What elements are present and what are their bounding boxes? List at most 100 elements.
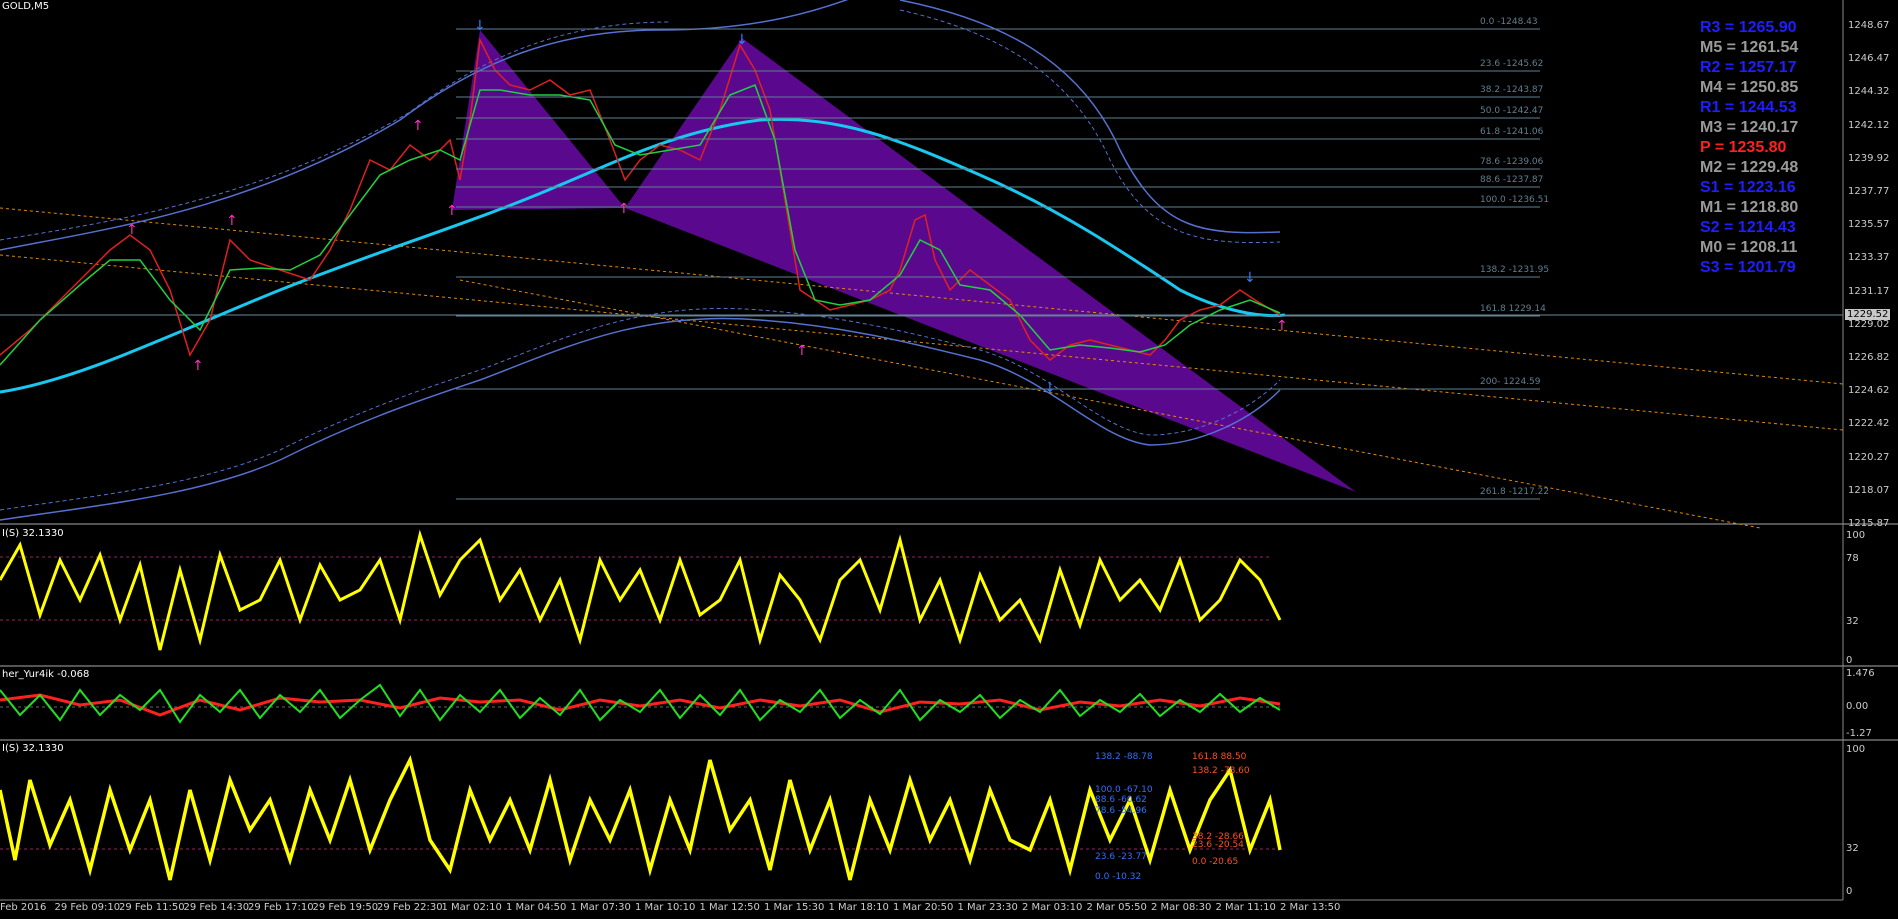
sell-arrow-icon: ↓ [736,32,748,48]
indicator2-title: her_Yur4ik -0.068 [2,669,90,680]
buy-arrow-icon: ↑ [412,118,424,134]
indicator1-panel[interactable] [0,529,1282,651]
indicator1-scale-label: 32 [1846,616,1859,627]
pivot-level: S2 = 1214.43 [1700,219,1796,236]
fib-level-label: 78.6 -1239.06 [1480,157,1544,167]
pivot-levels-panel: R3 = 1265.90 M5 = 1261.54 R2 = 1257.17 M4 =… [1700,18,1870,278]
buy-arrow-icon: ↑ [126,222,138,238]
pivot-level: R1 = 1244.53 [1700,99,1797,116]
price-tick-label: 1224.62 [1848,385,1890,397]
time-tick-label: 1 Mar 18:10 [828,902,889,913]
time-tick-label: 1 Mar 04:50 [506,902,567,913]
indicator3-fib-label: 161.8 88.50 [1192,752,1247,762]
time-tick-label: 2 Mar 11:10 [1215,902,1276,913]
harmonic-triangle-2 [625,38,1356,492]
indicator2-panel[interactable] [0,683,1281,724]
buy-arrow-icon: ↑ [192,358,204,374]
indicator3-scale-label: 0 [1846,886,1853,897]
indicator1-line [0,529,1282,651]
time-tick-label: Feb 2016 [0,902,47,913]
fib-level-label: 100.0 -1236.51 [1480,195,1550,205]
time-tick-label: 1 Mar 15:30 [764,902,825,913]
sell-arrow-icon: ↓ [1244,270,1256,286]
symbol-label: GOLD,M5 [2,1,50,12]
price-tick-label: 1220.27 [1848,451,1890,463]
time-tick-label: 1 Mar 12:50 [699,902,760,913]
indicator3-line [0,754,1282,881]
pivot-level: M0 = 1208.11 [1700,239,1798,256]
indicator3-fib-label: 23.6 -23.77 [1095,852,1147,862]
indicator3-fib-label: 138.2 -78.60 [1192,766,1250,776]
indicator2-scale-label: 1.476 [1846,668,1875,679]
price-tick-label: 1215.87 [1848,518,1890,529]
fib-level-label: 88.6 -1237.87 [1480,175,1544,185]
time-tick-label: 29 Feb 11:50 [119,902,185,913]
fib-level-label: 61.8 -1241.06 [1480,127,1544,137]
fib-level-label: 0.0 -1248.43 [1480,17,1538,27]
fib-level-label: 138.2 -1231.95 [1480,265,1550,275]
pivot-level: R3 = 1265.90 [1700,19,1797,36]
price-tick-label: 1218.07 [1848,484,1890,496]
indicator3-fib-label: 0.0 -10.32 [1095,872,1142,882]
time-tick-label: 2 Mar 08:30 [1151,902,1212,913]
time-tick-label: 2 Mar 03:10 [1022,902,1083,913]
buy-arrow-icon: ↑ [618,201,630,217]
pivot-level: M1 = 1218.80 [1700,199,1799,216]
indicator3-fib-label: 100.0 -67.10 [1095,785,1153,795]
pivot-level: P = 1235.80 [1700,139,1787,156]
fib-level-label: 161.8 1229.14 [1480,304,1546,314]
indicator3-scale-label: 32 [1846,843,1859,854]
time-tick-label: 1 Mar 20:50 [893,902,954,913]
price-tick-label: 1229.02 [1848,318,1890,330]
time-tick-label: 2 Mar 13:50 [1280,902,1341,913]
time-tick-label: 1 Mar 10:10 [635,902,696,913]
sell-arrow-icon: ↓ [474,18,486,34]
time-tick-label: 1 Mar 07:30 [570,902,631,913]
time-tick-label: 29 Feb 09:10 [54,902,121,913]
fib-level-label: 261.8 -1217.22 [1480,487,1550,497]
pivot-level: R2 = 1257.17 [1700,59,1797,76]
price-tick-label: 1222.42 [1848,418,1890,430]
buy-arrow-icon: ↑ [1276,318,1288,334]
pivot-level: S3 = 1201.79 [1700,259,1796,276]
indicator3-fib-label: 88.6 -60.62 [1095,795,1147,805]
fib-level-label: 38.2 -1243.87 [1480,85,1544,95]
fib-level-label: 23.6 -1245.62 [1480,59,1544,69]
fib-level-label: 200- 1224.59 [1480,377,1541,387]
indicator3-panel[interactable] [0,754,1282,881]
indicator3-fib-label: 23.6 -20.54 [1192,840,1244,850]
buy-arrow-icon: ↓ [1044,380,1056,396]
indicator2-scale-label: 0.00 [1846,701,1869,712]
time-tick-label: 1 Mar 02:10 [441,902,502,913]
indicator1-scale-label: 78 [1846,553,1859,564]
chart-canvas[interactable]: ↓ ↓ ↓ ↑ ↑ ↑ ↑ ↑ ↑ ↑ ↑ ↓ [0,0,1898,919]
time-tick-label: 29 Feb 22:30 [377,902,443,913]
time-tick-label: 29 Feb 19:50 [312,902,379,913]
indicator2-scale-label: -1.27 [1846,728,1872,739]
indicator3-fib-label: 138.2 -88.78 [1095,752,1153,762]
indicator3-scale-label: 100 [1846,744,1866,755]
indicator1-scale-label: 100 [1846,530,1866,541]
time-tick-label: 29 Feb 14:30 [183,902,250,913]
pivot-level: M5 = 1261.54 [1700,39,1799,56]
indicator3-title: I(S) 32.1330 [2,743,64,754]
price-tick-label: 1226.82 [1848,352,1890,363]
pivot-level: M2 = 1229.48 [1700,159,1799,176]
time-tick-label: 29 Feb 17:10 [248,902,314,913]
main-price-chart[interactable]: ↓ ↓ ↓ ↑ ↑ ↑ ↑ ↑ ↑ ↑ ↑ ↓ [0,0,1844,529]
pivot-level: M3 = 1240.17 [1700,119,1799,136]
fib-level-label: 50.0 -1242.47 [1480,106,1544,116]
current-price-tag: 1229.52 [1845,309,1891,320]
pivot-level: M4 = 1250.85 [1700,79,1799,96]
pivot-level: S1 = 1223.16 [1700,179,1796,196]
buy-arrow-icon: ↑ [226,213,238,229]
indicator3-fib-label: 78.6 -54.96 [1095,806,1147,816]
time-tick-label: 1 Mar 23:30 [957,902,1018,913]
indicator1-title: I(S) 32.1330 [2,528,64,539]
buy-arrow-icon: ↑ [796,343,808,359]
indicator3-fib-label: 0.0 -20.65 [1192,857,1239,867]
time-tick-label: 2 Mar 05:50 [1086,902,1147,913]
indicator1-scale-label: 0 [1846,655,1853,666]
buy-arrow-icon: ↑ [446,203,458,219]
price-tick-label: 1231.17 [1848,285,1890,297]
